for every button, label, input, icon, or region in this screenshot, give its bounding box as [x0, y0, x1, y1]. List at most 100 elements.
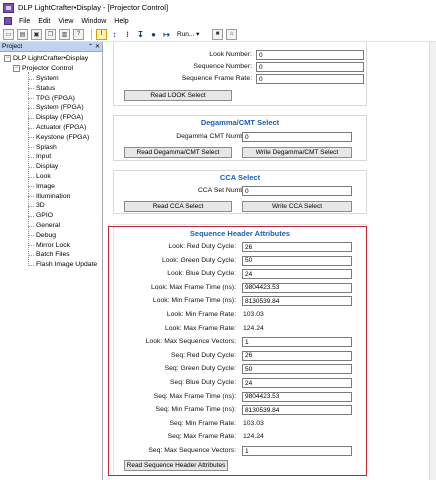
read-degamma-button[interactable]: Read Degamma/CMT Select	[124, 147, 232, 158]
attribute-input[interactable]: 8130539.84	[242, 405, 352, 416]
cca-section-title: CCA Select	[219, 173, 261, 182]
exclamation-icon[interactable]: !	[96, 28, 107, 40]
menu-help[interactable]: Help	[110, 18, 132, 25]
copy-icon[interactable]: ❐	[45, 28, 56, 40]
attribute-input[interactable]: 9804423.53	[242, 391, 352, 402]
tree-item[interactable]: Status	[0, 83, 102, 93]
tree-item[interactable]: Display (FPGA)	[0, 113, 102, 123]
tree-item[interactable]: Image	[0, 181, 102, 191]
tree-item-label: Batch Files	[36, 251, 70, 259]
tree-item[interactable]: Batch Files	[0, 250, 102, 260]
attribute-label: Seq: Red Duty Cycle:	[171, 351, 236, 359]
write-cca-button[interactable]: Write CCA Select	[242, 201, 352, 212]
tree-item[interactable]: Actuator (FPGA)	[0, 123, 102, 133]
step-over-icon[interactable]: ⁝	[123, 29, 132, 40]
tree-item-label: System	[36, 74, 59, 82]
menu-file[interactable]: File	[15, 18, 34, 25]
attribute-input[interactable]: 9804423.53	[242, 282, 352, 293]
step-into-icon[interactable]: ↧	[136, 29, 145, 40]
attribute-input[interactable]: 50	[242, 364, 352, 375]
look-number-input[interactable]: 0	[256, 50, 364, 60]
new-file-icon[interactable]: ▭	[3, 28, 14, 40]
attribute-label: Look: Max Sequence Vectors:	[145, 338, 236, 346]
attribute-input[interactable]: 1	[242, 446, 352, 456]
project-tree: − DLP LightCrafter•Display − Projector C…	[0, 52, 102, 270]
sequence-frame-rate-input[interactable]: 0	[256, 74, 364, 84]
tree-item-label: Flash Image Update	[36, 261, 98, 269]
tree-item-label: GPIO	[36, 212, 53, 220]
sequence-number-label: Sequence Number:	[193, 63, 252, 70]
attribute-input[interactable]: 26	[242, 242, 352, 252]
sequence-frame-rate-label: Sequence Frame Rate:	[181, 75, 252, 82]
cca-set-number-input[interactable]: 0	[242, 186, 352, 196]
attribute-input[interactable]: 50	[242, 255, 352, 266]
paste-icon[interactable]: ▥	[59, 28, 70, 40]
read-look-select-button[interactable]: Read LOOK Select	[124, 90, 232, 101]
tree-group-projector-control[interactable]: − Projector Control	[0, 64, 102, 74]
tree-item[interactable]: GPIO	[0, 211, 102, 221]
read-cca-button[interactable]: Read CCA Select	[124, 201, 232, 212]
tree-item[interactable]: Debug	[0, 230, 102, 240]
run-dropdown[interactable]: Run... ▾	[175, 29, 208, 40]
tree-item[interactable]: Display	[0, 162, 102, 172]
open-file-icon[interactable]: ▤	[17, 28, 28, 40]
tree-item[interactable]: Input	[0, 152, 102, 162]
collapse-icon[interactable]: −	[4, 55, 11, 63]
tree-item[interactable]: System	[0, 74, 102, 84]
tree-item[interactable]: Look	[0, 172, 102, 182]
tree-connector	[28, 72, 29, 264]
attribute-input[interactable]: 24	[242, 269, 352, 280]
tree-item[interactable]: Mirror Lock	[0, 240, 102, 250]
tree-item[interactable]: 3D	[0, 201, 102, 211]
pin-icon[interactable]: ⌃	[88, 43, 93, 50]
menu-view[interactable]: View	[54, 18, 77, 25]
degamma-cmt-label: Degamma CMT Number:	[176, 133, 252, 140]
degamma-section-title: Degamma/CMT Select	[200, 118, 280, 127]
attribute-input[interactable]: 24	[242, 378, 352, 388]
tree-item[interactable]: TPG (FPGA)	[0, 93, 102, 103]
save-disk-icon[interactable]: ■	[212, 28, 223, 40]
write-degamma-button[interactable]: Write Degamma/CMT Select	[242, 147, 352, 158]
sequence-number-input[interactable]: 0	[256, 62, 364, 72]
collapse-icon[interactable]: −	[13, 65, 20, 73]
tree-item[interactable]: General	[0, 221, 102, 231]
tree-item-label: Display	[36, 163, 59, 171]
look-number-label: Look Number:	[209, 51, 252, 58]
attribute-label: Look: Max Frame Rate:	[164, 324, 236, 332]
projector-control-content: Look Number: 0 Sequence Number: 0 Sequen…	[104, 42, 430, 480]
vertical-scrollbar[interactable]	[429, 42, 436, 480]
close-icon[interactable]: ✕	[95, 43, 100, 50]
tree-root[interactable]: − DLP LightCrafter•Display	[0, 54, 102, 64]
tree-group-label: Projector Control	[22, 65, 73, 73]
toolbar-separator	[91, 28, 92, 40]
degamma-cmt-input[interactable]: 0	[242, 132, 352, 142]
tree-item-label: Keystone (FPGA)	[36, 133, 90, 141]
breakpoint-icon[interactable]: ●	[149, 29, 158, 40]
document-icon[interactable]	[4, 17, 12, 25]
run-to-icon[interactable]: ↦	[162, 29, 171, 40]
help-icon[interactable]: ?	[73, 28, 84, 40]
attribute-input[interactable]: 8130539.84	[242, 296, 352, 307]
tree-item[interactable]: Splash	[0, 142, 102, 152]
attribute-label: Look: Blue Duty Cycle:	[167, 270, 236, 278]
tree-item[interactable]: Flash Image Update	[0, 260, 102, 270]
menu-edit[interactable]: Edit	[34, 18, 54, 25]
tree-root-label: DLP LightCrafter•Display	[13, 55, 89, 63]
tree-item-label: TPG (FPGA)	[36, 94, 75, 102]
tree-item-label: Display (FPGA)	[36, 114, 84, 122]
tree-item[interactable]: Keystone (FPGA)	[0, 132, 102, 142]
sequence-header-section: Sequence Header Attributes Look: Red Dut…	[113, 224, 367, 476]
save-icon[interactable]: ▣	[31, 28, 42, 40]
attribute-label: Look: Green Duty Cycle:	[161, 256, 236, 264]
attribute-input[interactable]: 26	[242, 350, 352, 361]
step-icon[interactable]: ↕	[110, 29, 119, 40]
look-select-section: Look Number: 0 Sequence Number: 0 Sequen…	[113, 42, 367, 106]
degamma-cmt-section: Degamma/CMT Select Degamma CMT Number: 0…	[113, 115, 367, 161]
folder-icon[interactable]: ⌂	[226, 28, 237, 40]
attribute-input[interactable]: 1	[242, 337, 352, 348]
tree-item[interactable]: System (FPGA)	[0, 103, 102, 113]
menu-window[interactable]: Window	[77, 18, 110, 25]
tree-connector	[28, 264, 34, 266]
tree-item[interactable]: Illumination	[0, 191, 102, 201]
read-sequence-header-button[interactable]: Read Sequence Header Attributes	[124, 460, 228, 471]
